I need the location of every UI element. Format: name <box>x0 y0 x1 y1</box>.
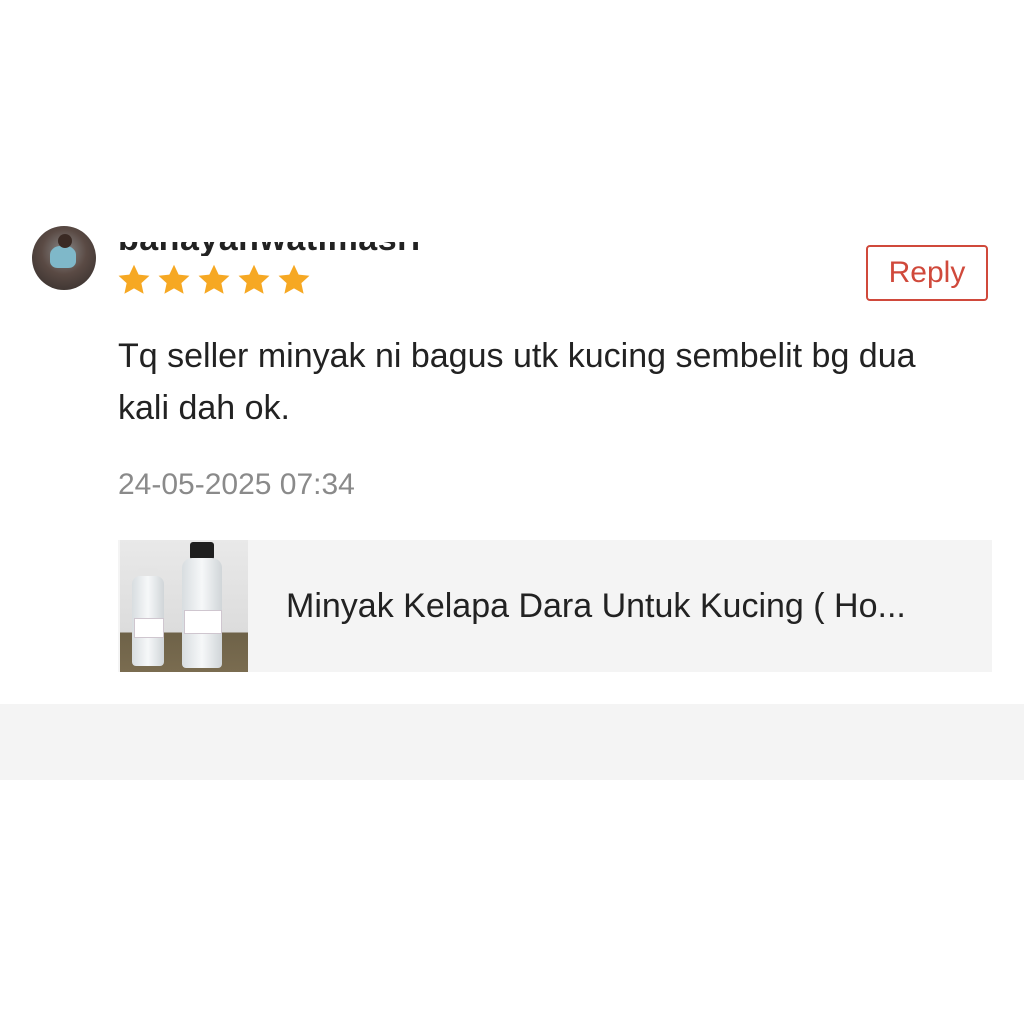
section-divider <box>0 704 1024 780</box>
review-text: Tq seller minyak ni bagus utk kucing sem… <box>118 337 916 427</box>
avatar-head <box>58 234 72 248</box>
reviewer-username: banayanwatimasri <box>118 242 421 256</box>
username-container: banayanwatimasri <box>118 242 518 256</box>
product-name[interactable]: Minyak Kelapa Dara Untuk Kucing ( Ho... <box>286 587 976 626</box>
avatar-figure <box>50 246 76 268</box>
star-icon <box>118 264 150 294</box>
product-card[interactable]: Minyak Kelapa Dara Untuk Kucing ( Ho... <box>118 540 992 672</box>
user-avatar[interactable] <box>32 226 96 290</box>
review-timestamp: 24-05-2025 07:34 <box>118 468 355 501</box>
review-page: banayanwatimasri Reply Tq seller minyak … <box>0 0 1024 1024</box>
star-icon <box>158 264 190 294</box>
star-icon <box>278 264 310 294</box>
small-bottle-label <box>134 618 164 638</box>
large-bottle-label <box>184 610 222 634</box>
product-thumbnail[interactable] <box>120 540 248 672</box>
star-rating <box>116 262 312 298</box>
star-icon <box>198 264 230 294</box>
reply-button[interactable]: Reply <box>866 245 988 301</box>
star-icon <box>238 264 270 294</box>
